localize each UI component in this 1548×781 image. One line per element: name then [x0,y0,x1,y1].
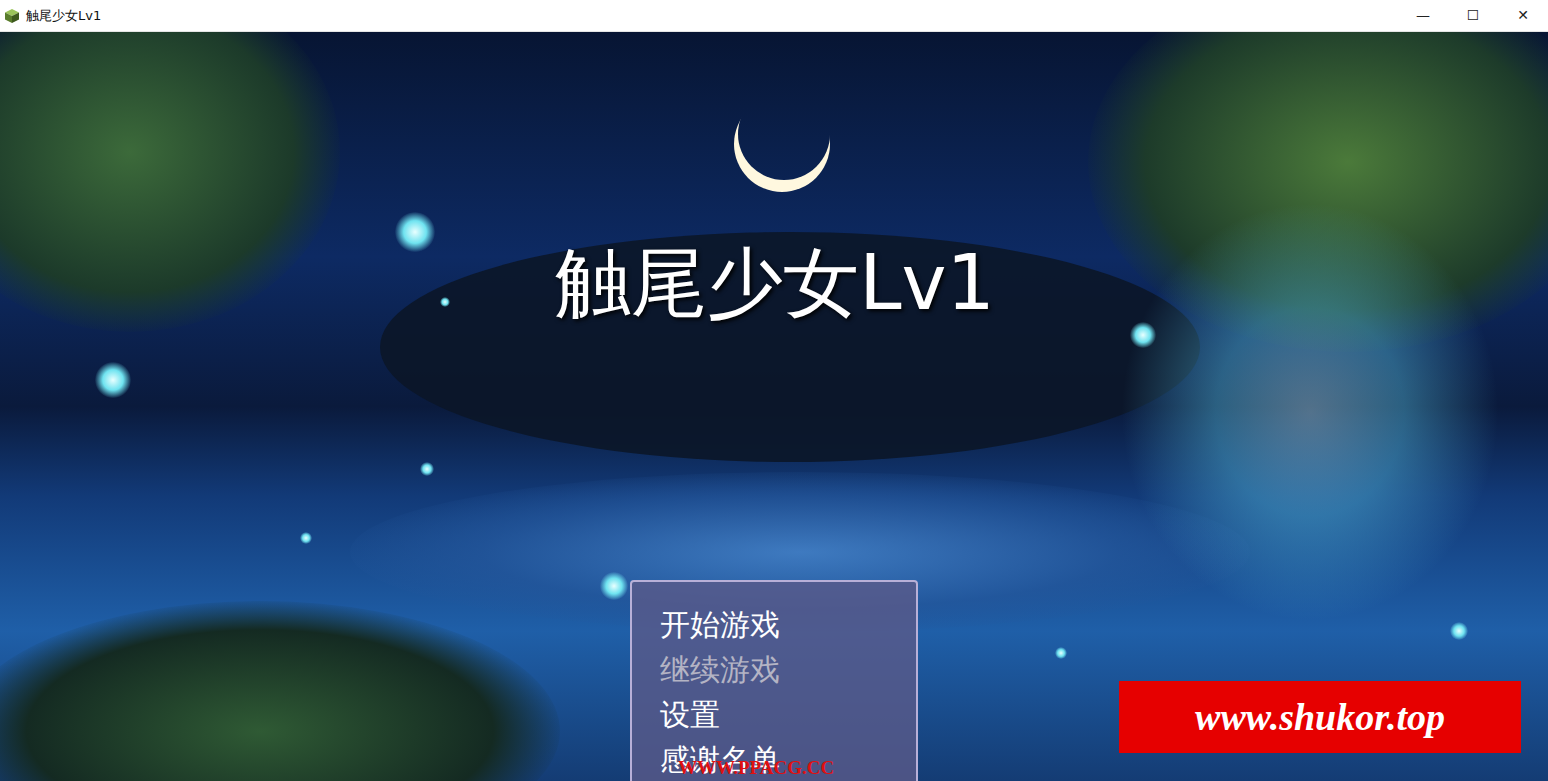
firefly [395,212,435,252]
firefly [600,572,628,600]
firefly [1055,647,1067,659]
title-bar: 触尾少女Lv1 —☐✕ [0,0,1548,32]
game-title: 触尾少女Lv1 [540,237,1010,328]
firefly [300,532,312,544]
crescent-moon-icon [718,98,848,198]
menu-item[interactable]: 开始游戏 [660,602,888,647]
menu-item[interactable]: 继续游戏 [660,647,888,692]
window-title: 触尾少女Lv1 [26,6,101,26]
firefly [420,462,434,476]
window-controls: —☐✕ [1398,0,1548,31]
firefly [1130,322,1156,348]
site-watermark: www.shukor.top [1119,681,1521,753]
firefly [1450,622,1468,640]
footer-watermark: WWW.PPACG.CC [678,758,834,779]
fairy-glow [1120,202,1500,622]
bush-bottom-left [0,601,560,781]
tree-left [0,32,340,332]
firefly [440,297,450,307]
firefly [95,362,131,398]
app-window: 触尾少女Lv1 —☐✕ 触尾少女Lv1 开始游戏继续游戏设置感谢名单 www.shuko… [0,0,1548,781]
window-control-button[interactable]: ☐ [1448,0,1498,31]
game-screen: 触尾少女Lv1 开始游戏继续游戏设置感谢名单 www.shukor.top WWW.P… [0,32,1548,781]
main-menu: 开始游戏继续游戏设置感谢名单 [630,580,918,781]
window-control-button[interactable]: — [1398,0,1448,31]
app-cube-icon [4,8,20,24]
window-control-button[interactable]: ✕ [1498,0,1548,31]
menu-item[interactable]: 设置 [660,692,888,737]
